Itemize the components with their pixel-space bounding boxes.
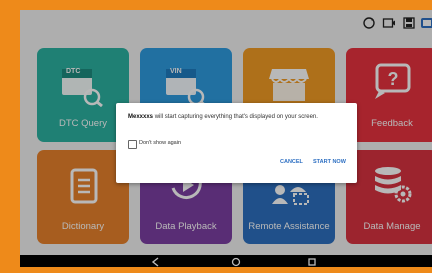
home-screen: DTC DTC Query VIN ? Feedback Dictionary … bbox=[20, 10, 432, 255]
recents-icon[interactable] bbox=[304, 255, 320, 267]
screen-capture-dialog: Mexxxxs will start capturing everything … bbox=[116, 103, 357, 183]
back-icon[interactable] bbox=[148, 255, 164, 267]
dialog-message: Mexxxxs will start capturing everything … bbox=[128, 113, 346, 121]
start-now-button[interactable]: START NOW bbox=[313, 159, 346, 165]
navigation-bar bbox=[20, 255, 432, 267]
dialog-message-text: will start capturing everything that's d… bbox=[153, 114, 318, 120]
dialog-app-name: Mexxxxs bbox=[128, 114, 154, 120]
home-icon[interactable] bbox=[228, 255, 244, 267]
cancel-button[interactable]: CANCEL bbox=[280, 159, 303, 165]
dont-show-again-label[interactable]: Don't show again bbox=[139, 140, 181, 146]
dont-show-again-checkbox[interactable] bbox=[128, 140, 137, 149]
